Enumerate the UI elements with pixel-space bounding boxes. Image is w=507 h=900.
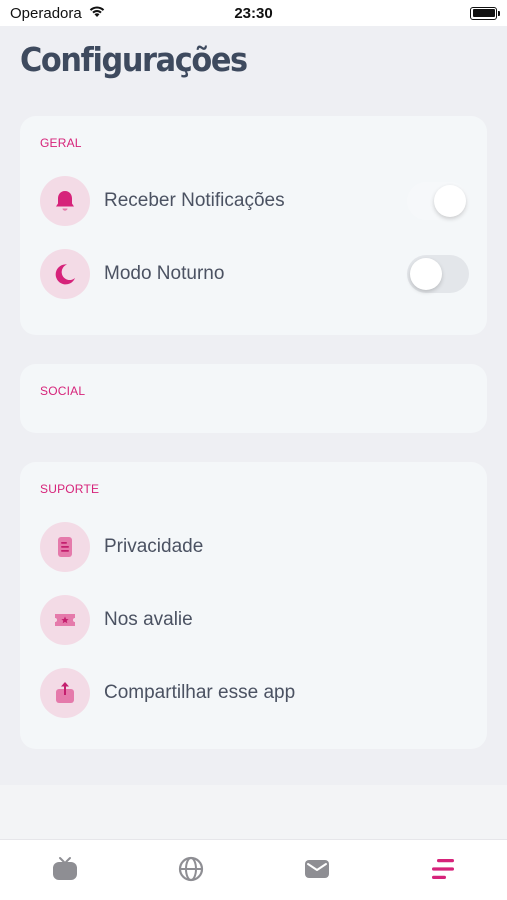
share-app-label: Compartilhar esse app: [104, 682, 296, 703]
globe-icon[interactable]: [176, 854, 206, 884]
general-section-label: GERAL: [40, 136, 82, 150]
general-section-card: GERAL Receber Notificações Modo Noturno: [20, 116, 487, 335]
bell-icon: [40, 176, 90, 226]
rate-us-label: Nos avalie: [104, 609, 193, 630]
moon-icon: [40, 249, 90, 299]
battery-icon: [470, 6, 500, 20]
notifications-label: Receber Notificações: [104, 190, 285, 211]
content-bottom-area: [0, 785, 507, 839]
mail-icon[interactable]: [302, 854, 332, 884]
social-section-label: SOCIAL: [40, 384, 86, 398]
carrier-label: Operadora: [10, 4, 82, 22]
menu-lines-icon[interactable]: [428, 854, 458, 884]
support-section-label: SUPORTE: [40, 482, 100, 496]
rate-us-row[interactable]: Nos avalie: [40, 595, 469, 645]
night-mode-label: Modo Noturno: [104, 263, 225, 284]
share-app-row[interactable]: Compartilhar esse app: [40, 668, 469, 718]
ticket-star-icon: [40, 595, 90, 645]
toggle-knob: [434, 185, 466, 217]
toggle-knob: [410, 258, 442, 290]
notifications-toggle[interactable]: [407, 182, 469, 220]
privacy-row[interactable]: Privacidade: [40, 522, 469, 572]
support-section-card: SUPORTE Privacidade Nos avalie Compartil…: [20, 462, 487, 749]
tab-bar: [0, 839, 507, 900]
page-title: Configurações: [20, 40, 248, 79]
privacy-label: Privacidade: [104, 536, 204, 557]
social-section-card: SOCIAL: [20, 364, 487, 433]
night-mode-toggle[interactable]: [407, 255, 469, 293]
document-icon: [40, 522, 90, 572]
status-bar: Operadora 23:30: [0, 0, 507, 26]
wifi-icon: [88, 4, 106, 22]
status-left: Operadora: [10, 4, 106, 22]
tv-icon[interactable]: [50, 854, 80, 884]
notifications-row[interactable]: Receber Notificações: [40, 176, 469, 226]
night-mode-row[interactable]: Modo Noturno: [40, 249, 469, 299]
share-icon: [40, 668, 90, 718]
